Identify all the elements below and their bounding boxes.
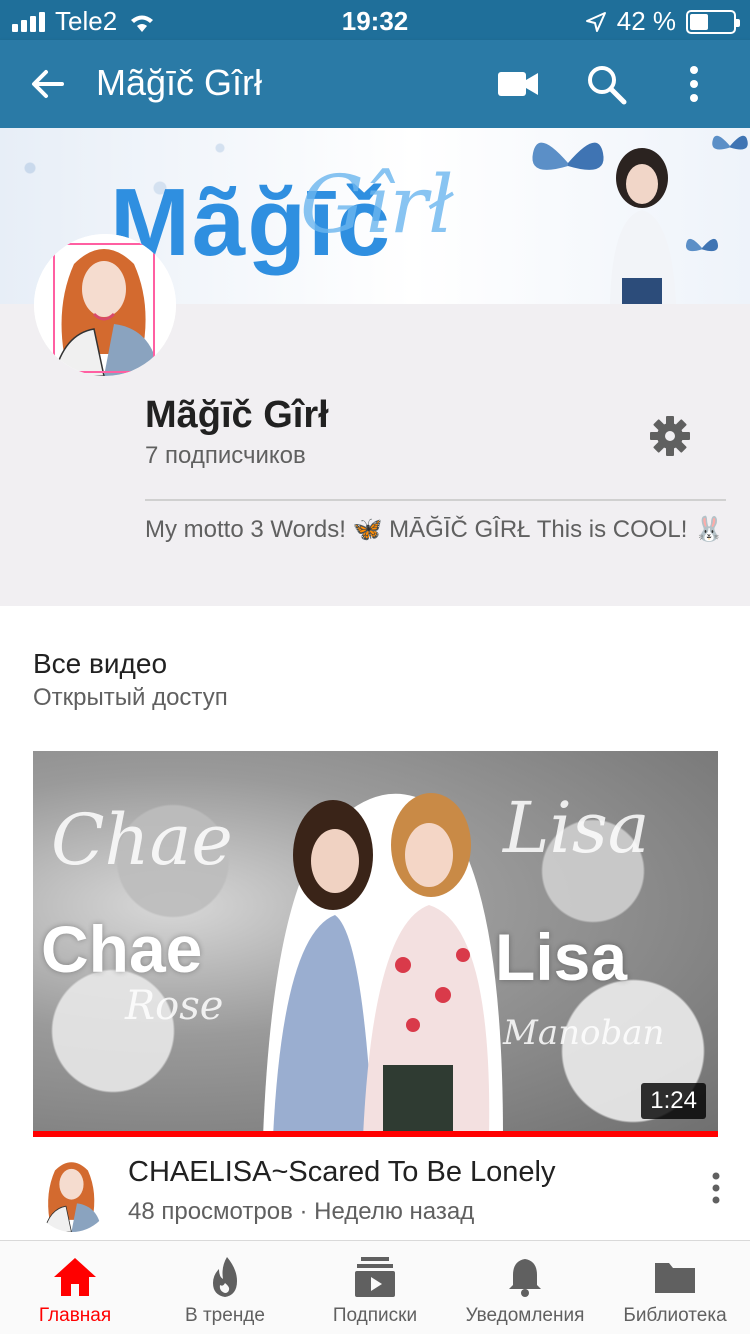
gear-icon[interactable] xyxy=(646,412,694,460)
video-meta: 48 просмотров · Неделю назад xyxy=(128,1198,475,1225)
banner-script: Gîrł xyxy=(300,158,454,251)
video-title[interactable]: CHAELISA~Scared To Be Lonely xyxy=(128,1156,555,1189)
section-subtitle: Открытый доступ xyxy=(33,684,228,711)
home-icon xyxy=(54,1258,96,1296)
battery-percent: 42 % xyxy=(616,6,676,36)
thumbnail-word-right: Lisa xyxy=(495,920,628,994)
nav-item-home[interactable]: Главная xyxy=(0,1241,150,1334)
bottom-navigation: Главная В тренде Подписки Уведомления Би… xyxy=(0,1240,750,1334)
folder-icon xyxy=(655,1263,695,1293)
nav-label-subscriptions: Подписки xyxy=(332,1305,418,1326)
nav-label-library: Библиотека xyxy=(623,1305,727,1326)
channel-avatar[interactable] xyxy=(34,234,176,376)
section-title[interactable]: Все видео xyxy=(33,648,167,680)
divider xyxy=(145,499,726,501)
thumbnail-script-left: Chae xyxy=(51,799,233,881)
more-vert-icon[interactable] xyxy=(672,60,716,108)
status-bar: Tele2 19:32 42 % xyxy=(0,0,750,40)
nav-label-notifications: Уведомления xyxy=(465,1305,585,1326)
more-vert-icon[interactable] xyxy=(700,1168,732,1208)
search-icon[interactable] xyxy=(582,60,630,108)
thumbnail-people-image xyxy=(263,793,503,1137)
app-bar: Mãğīč Gîrł xyxy=(0,40,750,128)
butterfly-icon xyxy=(712,135,748,150)
thumbnail-script-rose: Rose xyxy=(125,983,224,1029)
video-channel-avatar[interactable] xyxy=(33,1154,111,1232)
avatar-illustration xyxy=(34,234,176,376)
avatar-illustration xyxy=(33,1154,111,1232)
thumbnail-word-left: Chae xyxy=(41,912,203,986)
thumbnail-script-right: Lisa xyxy=(503,787,650,869)
nav-label-trending: В тренде xyxy=(185,1305,265,1326)
channel-description: My motto 3 Words! 🦋 MĀĞĪČ GÎRŁ This is C… xyxy=(145,516,724,543)
battery-icon xyxy=(686,9,740,34)
subscriptions-icon xyxy=(355,1257,395,1297)
nav-item-trending[interactable]: В тренде xyxy=(150,1241,300,1334)
back-arrow-icon[interactable] xyxy=(26,62,70,106)
video-camera-icon[interactable] xyxy=(496,64,540,104)
bell-icon xyxy=(509,1259,541,1297)
nav-item-notifications[interactable]: Уведомления xyxy=(450,1241,600,1334)
app-bar-title: Mãğīč Gîrł xyxy=(96,62,263,103)
video-duration: 1:24 xyxy=(641,1083,706,1119)
videos-section: Все видео Открытый доступ Chae Lisa Chae… xyxy=(0,606,750,1240)
nav-item-library[interactable]: Библиотека xyxy=(600,1241,750,1334)
banner-girl-image xyxy=(610,148,676,304)
location-arrow-icon xyxy=(585,11,606,32)
subscriber-count: 7 подписчиков xyxy=(145,442,306,469)
thumbnail-script-manoban: Manoban xyxy=(503,1013,665,1053)
flame-icon xyxy=(213,1257,237,1297)
nav-item-subscriptions[interactable]: Подписки xyxy=(300,1241,450,1334)
video-thumbnail[interactable]: Chae Lisa Chae Lisa Rose Manoban 1:24 xyxy=(33,751,718,1137)
status-right: 42 % xyxy=(585,6,740,37)
nav-label-home: Главная xyxy=(38,1305,112,1326)
battery-level xyxy=(690,13,708,30)
channel-name: Mãğīč Gîrł xyxy=(145,394,329,436)
watch-progress-bar xyxy=(33,1131,718,1137)
